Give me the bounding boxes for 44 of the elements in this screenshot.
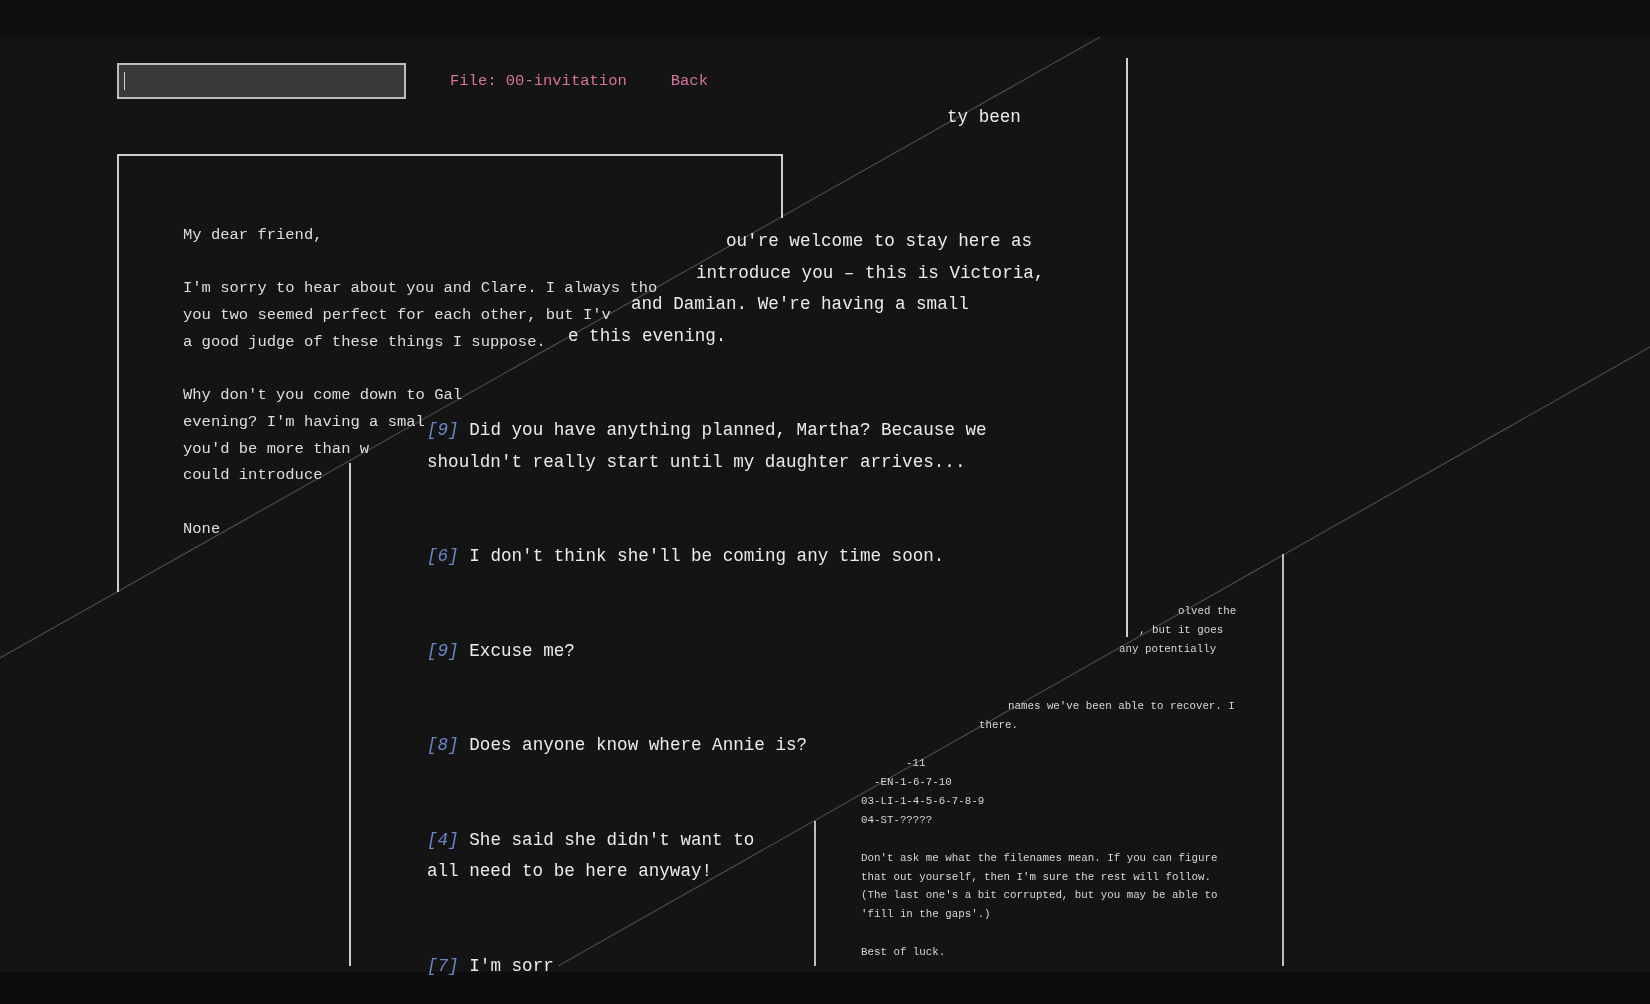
note-line: olved the bbox=[1178, 604, 1237, 619]
note-line: 04-ST-????? bbox=[861, 812, 933, 828]
speaker-number: [4] bbox=[427, 829, 459, 850]
dialogue-line: I'm sorr bbox=[469, 955, 554, 976]
text-cursor-icon bbox=[124, 72, 125, 90]
note-line: -EN-1-6-7-10 bbox=[874, 774, 952, 790]
letter-line: you'd be more than w bbox=[183, 438, 370, 460]
note-line: (The last one's a bit corrupted, but you may be able to bbox=[861, 888, 1218, 904]
note-line: there. bbox=[979, 717, 1018, 733]
transcript-line: introduce you – this is Victoria, bbox=[696, 261, 1045, 285]
speaker-number: [9] bbox=[427, 640, 459, 661]
letter-line: could introduce bbox=[183, 465, 323, 487]
letter-line: Why don't you come down to Gal bbox=[183, 385, 463, 407]
letter-line: None bbox=[183, 518, 221, 540]
note-line: -11 bbox=[906, 755, 926, 771]
note-line: 'fill in the gaps'.) bbox=[861, 907, 991, 923]
speaker-number: [8] bbox=[427, 735, 459, 755]
transcript-line: ty been bbox=[947, 106, 1021, 129]
letter-line: My dear friend, bbox=[183, 225, 323, 246]
transcript-line: and Damian. We're having a small bbox=[631, 293, 969, 316]
dialogue-line: all need to be here anyway! bbox=[427, 860, 713, 883]
note-line: Best of luck. bbox=[861, 945, 946, 961]
dialogue-line: She said she didn't want to bbox=[469, 829, 755, 850]
dialogue-line: Excuse me? bbox=[469, 640, 575, 661]
note-line: 03-LI-1-4-5-6-7-8-9 bbox=[861, 793, 985, 809]
speaker-number: [6] bbox=[427, 546, 459, 566]
dialogue-line: Did you have anything planned, Martha? Because we bbox=[469, 420, 987, 440]
speaker-number: [7] bbox=[427, 955, 459, 976]
transcript-line: ou're welcome to stay here as bbox=[726, 230, 1033, 253]
dialogue-line: Does anyone know where Annie is? bbox=[469, 735, 808, 755]
letter-line: you two seemed perfect for each other, but I'v bbox=[183, 305, 611, 327]
letter-line: evening? I'm having a smal bbox=[183, 411, 425, 433]
file-label: File: 00-invitation bbox=[450, 72, 627, 90]
speaker-number: [9] bbox=[427, 420, 459, 440]
note-line: , but it goes bbox=[1139, 622, 1224, 638]
letter-line: a good judge of these things I suppose. bbox=[183, 331, 546, 353]
note-line: Don't ask me what the filenames mean. If you can figure bbox=[861, 850, 1218, 866]
note-line: any potentially bbox=[1119, 641, 1217, 657]
dialogue-line: shouldn't really start until my daughter arrives... bbox=[427, 450, 966, 474]
transcript-line: e this evening. bbox=[568, 324, 727, 348]
back-link[interactable]: Back bbox=[670, 72, 708, 90]
dialogue-line: I don't think she'll be coming any time soon. bbox=[469, 546, 945, 566]
note-line: that out yourself, then I'm sure the rest will follow. bbox=[861, 869, 1211, 885]
note-line: names we've been able to recover. I bbox=[1008, 698, 1235, 714]
